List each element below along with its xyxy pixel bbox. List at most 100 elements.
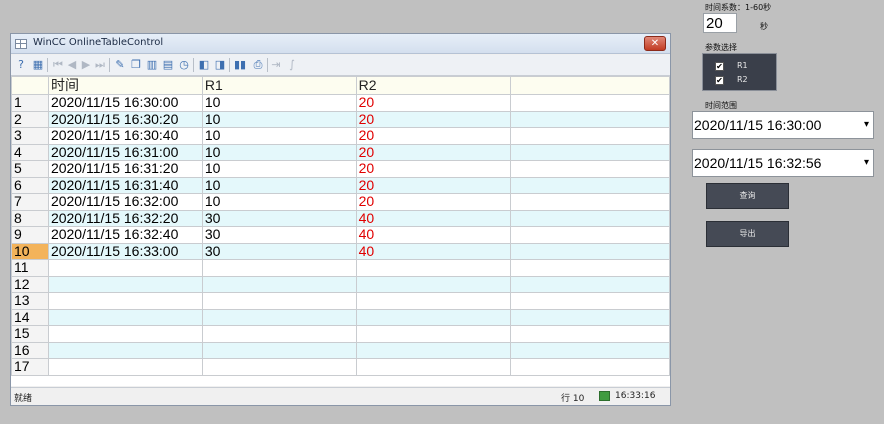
row-number-cell[interactable]: 4 (11, 143, 49, 161)
dropdown-arrow-icon[interactable]: ▾ (864, 119, 869, 130)
r1-cell[interactable]: 10 (201, 176, 357, 194)
empty-cell[interactable] (510, 308, 670, 326)
header-time[interactable]: 时间 (47, 76, 203, 95)
next-record-icon[interactable]: ▶ (79, 58, 93, 72)
select-columns-icon[interactable]: ▥ (145, 58, 159, 72)
row-number-cell[interactable]: 5 (11, 160, 49, 178)
empty-cell[interactable] (510, 275, 670, 293)
time-cell[interactable] (47, 275, 203, 293)
previous-record-icon[interactable]: ◀ (65, 58, 79, 72)
statistics-icon[interactable]: ∫ (285, 58, 299, 72)
time-cell[interactable] (47, 358, 203, 376)
row-number-cell[interactable]: 6 (11, 176, 49, 194)
stop-icon[interactable]: ▮▮ (233, 58, 247, 72)
table-row[interactable]: 14 (11, 308, 670, 326)
time-cell[interactable] (47, 308, 203, 326)
time-cell[interactable] (47, 325, 203, 343)
row-number-cell[interactable]: 12 (11, 275, 49, 293)
header-r2[interactable]: R2 (355, 76, 512, 95)
empty-cell[interactable] (510, 94, 670, 112)
export-icon[interactable]: ⇥ (269, 58, 283, 72)
r2-cell[interactable] (355, 259, 512, 277)
time-cell[interactable] (47, 341, 203, 359)
empty-cell[interactable] (510, 341, 670, 359)
r2-cell[interactable] (355, 358, 512, 376)
empty-cell[interactable] (510, 160, 670, 178)
r2-cell[interactable] (355, 325, 512, 343)
r2-cell[interactable] (355, 308, 512, 326)
r1-cell[interactable]: 10 (201, 110, 357, 128)
next-column-icon[interactable]: ◨ (213, 58, 227, 72)
edit-icon[interactable]: ✎ (113, 58, 127, 72)
time-cell[interactable]: 2020/11/15 16:31:40 (47, 176, 203, 194)
empty-cell[interactable] (510, 176, 670, 194)
empty-cell[interactable] (510, 358, 670, 376)
time-cell[interactable] (47, 292, 203, 310)
previous-column-icon[interactable]: ◧ (197, 58, 211, 72)
table-row[interactable]: 8 2020/11/15 16:32:20 30 40 (11, 209, 670, 227)
copy-icon[interactable]: ❐ (129, 58, 143, 72)
r2-cell[interactable]: 40 (355, 209, 512, 227)
r2-cell[interactable]: 20 (355, 160, 512, 178)
end-time-picker[interactable]: 2020/11/15 16:32:56 ▾ (692, 149, 874, 177)
table-row[interactable]: 15 (11, 325, 670, 343)
select-archive-icon[interactable]: ▤ (161, 58, 175, 72)
r1-cell[interactable]: 30 (201, 242, 357, 260)
title-bar[interactable]: WinCC OnlineTableControl ✕ (11, 34, 670, 54)
time-cell[interactable]: 2020/11/15 16:30:40 (47, 127, 203, 145)
r1-cell[interactable]: 10 (201, 193, 357, 211)
table-row[interactable]: 10 2020/11/15 16:33:00 30 40 (11, 242, 670, 260)
r1-cell[interactable] (201, 275, 357, 293)
r2-cell[interactable]: 20 (355, 143, 512, 161)
empty-cell[interactable] (510, 242, 670, 260)
table-row[interactable]: 5 2020/11/15 16:31:20 10 20 (11, 160, 670, 178)
first-record-icon[interactable]: ⏮ (51, 58, 65, 72)
empty-cell[interactable] (510, 259, 670, 277)
r2-cell[interactable]: 20 (355, 110, 512, 128)
row-number-cell[interactable]: 3 (11, 127, 49, 145)
time-cell[interactable]: 2020/11/15 16:32:20 (47, 209, 203, 227)
dropdown-arrow-icon[interactable]: ▾ (864, 157, 869, 168)
last-record-icon[interactable]: ⏭ (93, 58, 107, 72)
r2-cell[interactable]: 20 (355, 193, 512, 211)
r1-cell[interactable] (201, 358, 357, 376)
r2-cell[interactable]: 40 (355, 242, 512, 260)
row-number-cell[interactable]: 7 (11, 193, 49, 211)
row-number-cell[interactable]: 2 (11, 110, 49, 128)
table-row[interactable]: 12 (11, 275, 670, 293)
time-cell[interactable]: 2020/11/15 16:30:20 (47, 110, 203, 128)
r2-cell[interactable] (355, 341, 512, 359)
row-number-cell[interactable]: 9 (11, 226, 49, 244)
table-row[interactable]: 13 (11, 292, 670, 310)
table-row[interactable]: 17 (11, 358, 670, 376)
row-number-cell[interactable]: 13 (11, 292, 49, 310)
r2-cell[interactable] (355, 275, 512, 293)
r1-cell[interactable]: 10 (201, 94, 357, 112)
empty-cell[interactable] (510, 292, 670, 310)
r2-cell[interactable]: 20 (355, 176, 512, 194)
time-factor-input[interactable]: 20 (703, 13, 737, 33)
row-number-cell[interactable]: 15 (11, 325, 49, 343)
time-cell[interactable]: 2020/11/15 16:31:00 (47, 143, 203, 161)
row-number-cell[interactable]: 14 (11, 308, 49, 326)
empty-cell[interactable] (510, 143, 670, 161)
row-number-cell[interactable]: 10 (11, 242, 49, 260)
table-row[interactable]: 11 (11, 259, 670, 277)
r1-cell[interactable] (201, 325, 357, 343)
table-row[interactable]: 16 (11, 341, 670, 359)
r1-cell[interactable] (201, 341, 357, 359)
empty-cell[interactable] (510, 209, 670, 227)
time-cell[interactable]: 2020/11/15 16:31:20 (47, 160, 203, 178)
r1-cell[interactable]: 30 (201, 226, 357, 244)
empty-cell[interactable] (510, 110, 670, 128)
print-icon[interactable]: ⎙ (251, 58, 265, 72)
time-cell[interactable]: 2020/11/15 16:30:00 (47, 94, 203, 112)
table-row[interactable]: 7 2020/11/15 16:32:00 10 20 (11, 193, 670, 211)
time-cell[interactable]: 2020/11/15 16:32:40 (47, 226, 203, 244)
r2-cell[interactable]: 20 (355, 127, 512, 145)
export-button[interactable]: 导出 (706, 221, 789, 247)
row-number-cell[interactable]: 17 (11, 358, 49, 376)
r1-cell[interactable]: 10 (201, 160, 357, 178)
time-cell[interactable]: 2020/11/15 16:33:00 (47, 242, 203, 260)
row-number-cell[interactable]: 1 (11, 94, 49, 112)
